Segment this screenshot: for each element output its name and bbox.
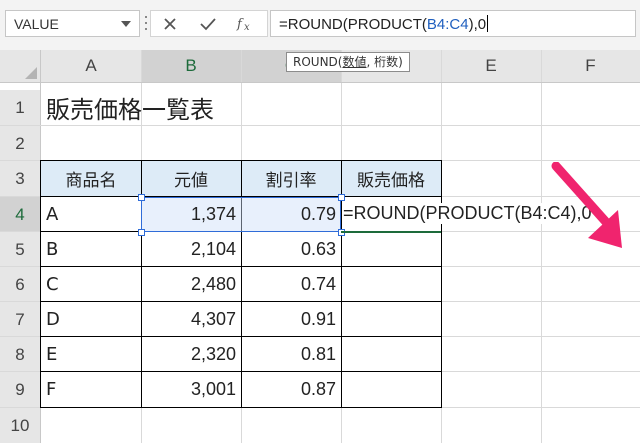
tooltip-arg-digits: 桁数	[374, 55, 399, 69]
tooltip-function: ROUND(	[293, 55, 343, 69]
cell-price[interactable]: 2,320	[141, 337, 241, 372]
select-all-icon	[25, 67, 37, 79]
header-sale-price[interactable]: 販売価格	[341, 161, 441, 196]
row-header-5[interactable]: 5	[0, 232, 40, 267]
row-header-8[interactable]: 8	[0, 337, 40, 372]
range-handle-icon[interactable]	[138, 194, 145, 201]
cell-name[interactable]: B	[41, 232, 141, 267]
active-cell-editor[interactable]: =ROUND(PRODUCT(B4:C4),0	[341, 197, 596, 233]
close-icon	[164, 18, 176, 30]
cell-price[interactable]: 2,104	[141, 232, 241, 267]
table-border-row	[41, 266, 441, 267]
spreadsheet-grid: A B C D E F 1 2 3 4 5 6 7 8 9 10 販売価格一覧表…	[0, 50, 640, 443]
header-discount-rate[interactable]: 割引率	[241, 161, 341, 196]
formula-prefix: =ROUND(PRODUCT(	[279, 16, 427, 33]
cell-name[interactable]: E	[41, 337, 141, 372]
cell-price[interactable]: 1,374	[141, 197, 241, 232]
cell-rate[interactable]: 0.79	[241, 197, 341, 232]
svg-text:f: f	[236, 17, 244, 32]
tooltip-separator: ,	[366, 55, 375, 69]
row-header-2[interactable]: 2	[0, 126, 40, 161]
formula-text: =ROUND(PRODUCT(B4:C4),0	[279, 15, 489, 33]
annotation-arrow-icon	[551, 162, 622, 248]
cell-sale-price[interactable]	[341, 337, 441, 372]
cell-price[interactable]: 4,307	[141, 302, 241, 337]
row-header-7[interactable]: 7	[0, 302, 40, 337]
cell-name[interactable]: F	[41, 372, 141, 407]
cell-sale-price[interactable]	[341, 232, 441, 267]
formula-suffix: ),0	[468, 16, 487, 33]
select-all-button[interactable]	[0, 50, 40, 82]
cancel-button[interactable]	[157, 14, 183, 34]
column-header-f[interactable]: F	[541, 50, 640, 82]
column-header-e[interactable]: E	[441, 50, 541, 82]
cell-rate[interactable]: 0.87	[241, 372, 341, 407]
row-header-1[interactable]: 1	[0, 90, 40, 125]
cell-price[interactable]: 3,001	[141, 372, 241, 407]
function-tooltip[interactable]: ROUND(数値, 桁数)	[286, 52, 410, 72]
formula-input[interactable]: =ROUND(PRODUCT(B4:C4),0	[270, 10, 636, 37]
insert-function-button[interactable]: f x	[233, 14, 259, 34]
name-box-value: VALUE	[14, 16, 59, 32]
formula-reference: B4:C4	[426, 16, 469, 33]
function-icon: f x	[236, 17, 250, 32]
check-icon	[200, 18, 216, 31]
column-header-b[interactable]: B	[141, 50, 241, 82]
tooltip-arg-number: 数値	[342, 55, 367, 69]
cell-sale-price[interactable]	[341, 372, 441, 407]
table-border-right	[441, 160, 442, 408]
enter-button[interactable]	[195, 14, 221, 34]
svg-text:x: x	[244, 22, 250, 32]
formula-buttons: f x	[150, 10, 268, 37]
chevron-down-icon[interactable]	[121, 21, 131, 27]
row-header-4[interactable]: 4	[0, 197, 40, 232]
table-border-row	[41, 336, 441, 337]
tooltip-close: )	[398, 55, 403, 69]
cell-sale-price[interactable]	[341, 267, 441, 302]
header-product-name[interactable]: 商品名	[41, 161, 141, 196]
row-header-6[interactable]: 6	[0, 267, 40, 302]
text-caret	[487, 15, 489, 32]
cell-rate[interactable]: 0.91	[241, 302, 341, 337]
row-header-10[interactable]: 10	[0, 408, 40, 443]
cell-price[interactable]: 2,480	[141, 267, 241, 302]
active-cell-border	[341, 231, 441, 233]
row-header-3[interactable]: 3	[0, 161, 40, 196]
header-list-price[interactable]: 元値	[141, 161, 241, 196]
cell-rate[interactable]: 0.81	[241, 337, 341, 372]
cell-name[interactable]: C	[41, 267, 141, 302]
column-header-a[interactable]: A	[41, 50, 141, 82]
name-box[interactable]: VALUE	[5, 10, 140, 37]
table-border-row	[41, 301, 441, 302]
table-border-row	[41, 371, 441, 372]
cell-name[interactable]: A	[41, 197, 141, 232]
row-header-9[interactable]: 9	[0, 372, 40, 407]
drag-handle-icon[interactable]	[144, 16, 148, 32]
formula-bar: VALUE f x =ROUND(PRODUCT(B4:C4),0	[0, 0, 640, 50]
sheet-title[interactable]: 販売価格一覧表	[41, 90, 341, 125]
cell-rate[interactable]: 0.74	[241, 267, 341, 302]
cell-rate[interactable]: 0.63	[241, 232, 341, 267]
cell-name[interactable]: D	[41, 302, 141, 337]
range-handle-icon[interactable]	[138, 229, 145, 236]
cell-sale-price[interactable]	[341, 302, 441, 337]
